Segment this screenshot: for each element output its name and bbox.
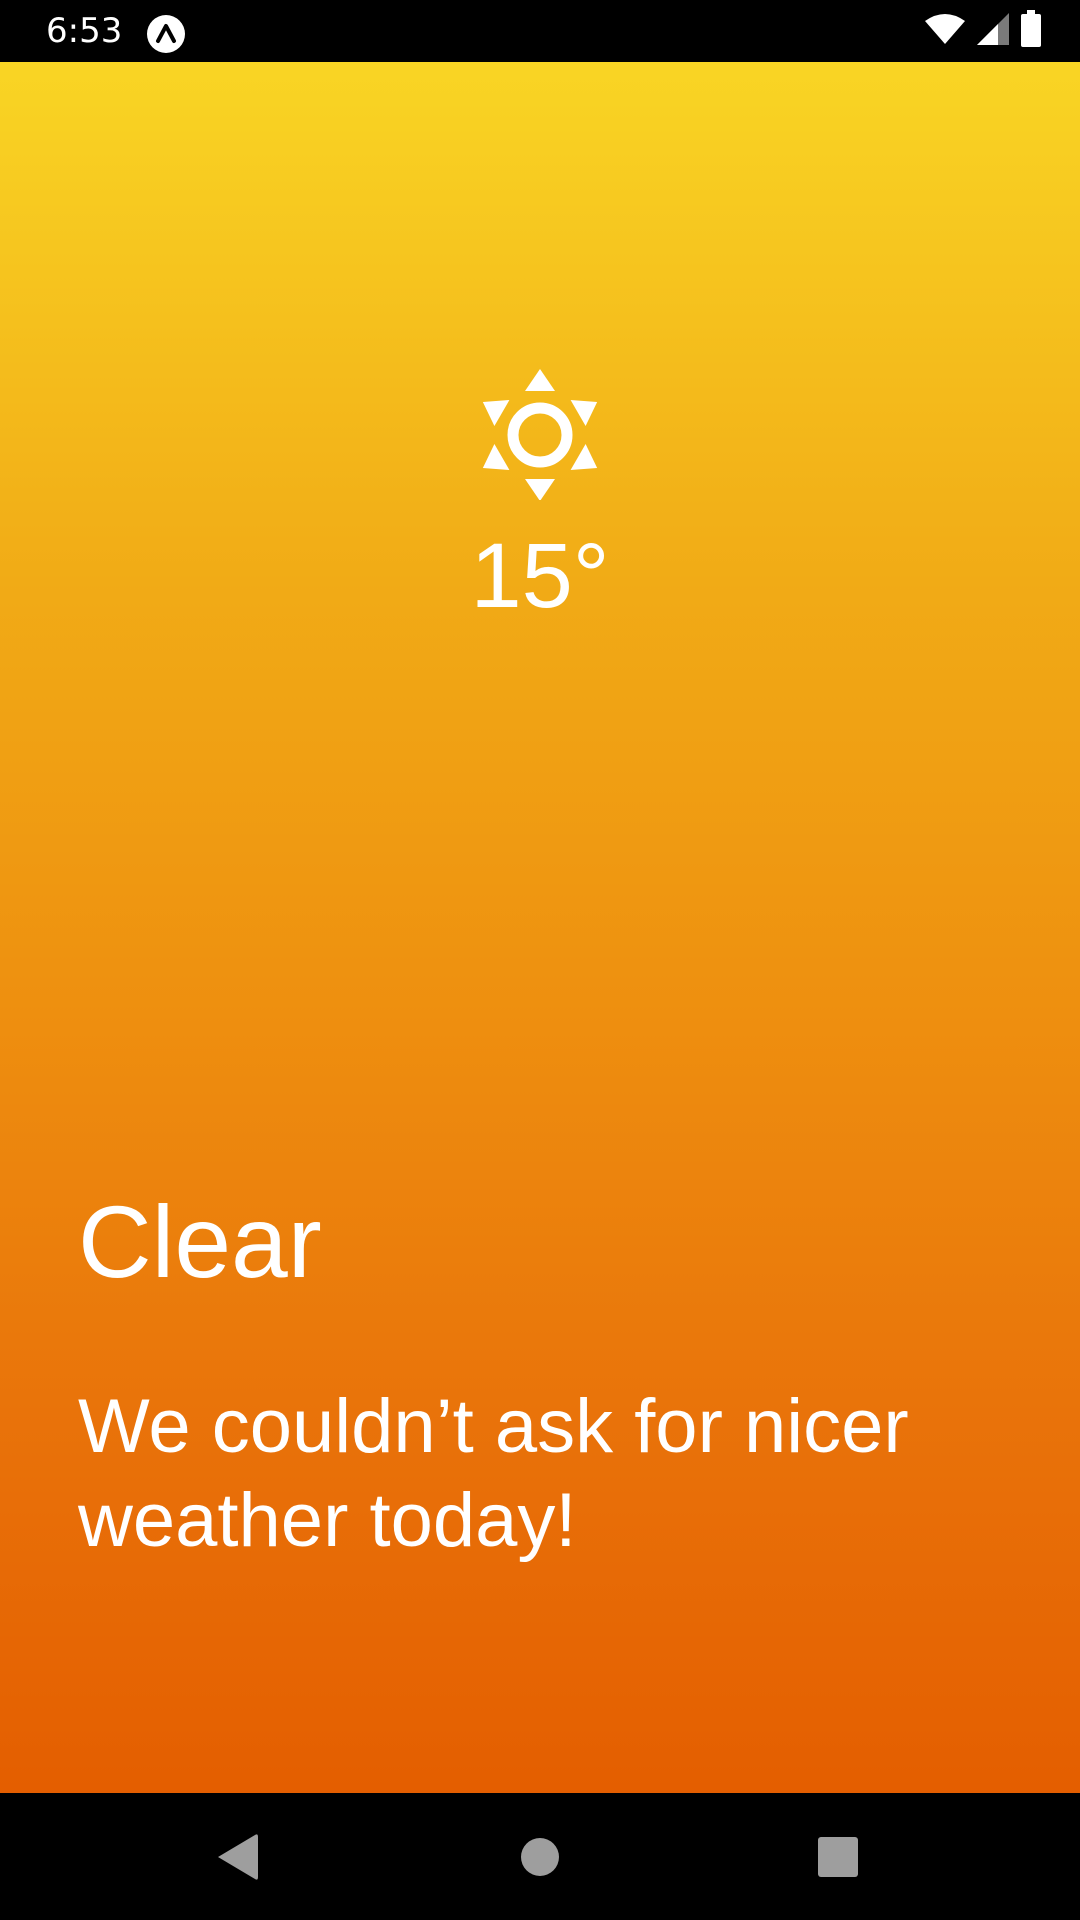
recents-icon	[818, 1837, 858, 1877]
signal-icon	[976, 12, 1010, 50]
status-bar: 6:53	[0, 0, 1080, 62]
home-button[interactable]	[510, 1827, 570, 1887]
temperature: 15°	[470, 525, 610, 627]
home-icon	[521, 1838, 559, 1876]
status-time: 6:53	[46, 11, 123, 51]
recents-button[interactable]	[808, 1827, 868, 1887]
condition-message: We couldn’t ask for nicer weather today!	[78, 1384, 909, 1563]
weather-screen: 15° Clear We couldn’t ask for nicer weat…	[0, 62, 1080, 1793]
status-icons	[924, 10, 1042, 52]
expo-icon	[146, 14, 186, 54]
battery-icon	[1020, 10, 1042, 52]
back-icon	[218, 1834, 258, 1880]
back-button[interactable]	[208, 1827, 268, 1887]
navigation-bar	[0, 1793, 1080, 1920]
wifi-icon	[924, 13, 966, 49]
condition-title: Clear	[78, 1185, 322, 1299]
screen: 6:53 15° Clear We couldn’t ask for nicer…	[0, 0, 1080, 1920]
sun-icon	[480, 368, 600, 501]
